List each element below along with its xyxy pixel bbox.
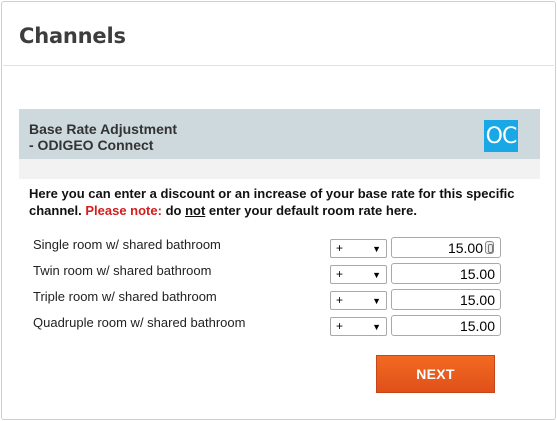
- operator-select[interactable]: + ▼: [330, 265, 387, 284]
- dropdown-arrow-icon: ▼: [372, 322, 381, 332]
- rate-value: 15.00: [459, 266, 495, 282]
- panel-title-line2: - ODIGEO Connect: [29, 137, 154, 153]
- page-title: Channels: [19, 24, 126, 48]
- rate-row: Quadruple room w/ shared bathroom + ▼ 15…: [19, 313, 540, 337]
- rate-input[interactable]: 15.00: [391, 315, 501, 336]
- rate-input[interactable]: 15.00: [391, 263, 501, 284]
- room-label: Twin room w/ shared bathroom: [33, 263, 212, 278]
- spinner-icon[interactable]: [485, 241, 494, 254]
- room-label: Quadruple room w/ shared bathroom: [33, 315, 246, 330]
- panel-title: Base Rate Adjustment - ODIGEO Connect: [29, 121, 329, 153]
- rate-input[interactable]: 15.00: [391, 237, 501, 258]
- app-window: Channels Base Rate Adjustment - ODIGEO C…: [1, 1, 556, 420]
- rate-row: Single room w/ shared bathroom + ▼ 15.00: [19, 235, 540, 259]
- rate-value: 15.00: [459, 318, 495, 334]
- operator-value: +: [336, 319, 344, 333]
- intro-text-middle: do: [161, 203, 186, 218]
- rate-value: 15.00: [459, 292, 495, 308]
- operator-select[interactable]: + ▼: [330, 317, 387, 336]
- operator-value: +: [336, 293, 344, 307]
- panel-body: Here you can enter a discount or an incr…: [19, 179, 540, 406]
- dropdown-arrow-icon: ▼: [372, 296, 381, 306]
- rate-value: 15.00: [447, 240, 483, 256]
- operator-value: +: [336, 241, 344, 255]
- operator-value: +: [336, 267, 344, 281]
- dropdown-arrow-icon: ▼: [372, 270, 381, 280]
- intro-emphasis: not: [185, 203, 206, 218]
- channel-panel: Base Rate Adjustment - ODIGEO Connect OC…: [19, 109, 540, 406]
- room-label: Single room w/ shared bathroom: [33, 237, 221, 252]
- rate-row: Twin room w/ shared bathroom + ▼ 15.00: [19, 261, 540, 285]
- room-label: Triple room w/ shared bathroom: [33, 289, 217, 304]
- operator-select[interactable]: + ▼: [330, 239, 387, 258]
- panel-header: Base Rate Adjustment - ODIGEO Connect OC: [19, 109, 540, 159]
- panel-title-line1: Base Rate Adjustment: [29, 121, 178, 137]
- rate-input[interactable]: 15.00: [391, 289, 501, 310]
- operator-select[interactable]: + ▼: [330, 291, 387, 310]
- rate-row: Triple room w/ shared bathroom + ▼ 15.00: [19, 287, 540, 311]
- intro-text-after: enter your default room rate here.: [205, 203, 417, 218]
- odigeo-logo-icon: OC: [484, 120, 518, 152]
- dropdown-arrow-icon: ▼: [372, 244, 381, 254]
- next-button[interactable]: NEXT: [376, 355, 495, 393]
- intro-text: Here you can enter a discount or an incr…: [29, 185, 519, 219]
- note-label: Please note:: [85, 203, 162, 218]
- title-divider: [3, 65, 554, 66]
